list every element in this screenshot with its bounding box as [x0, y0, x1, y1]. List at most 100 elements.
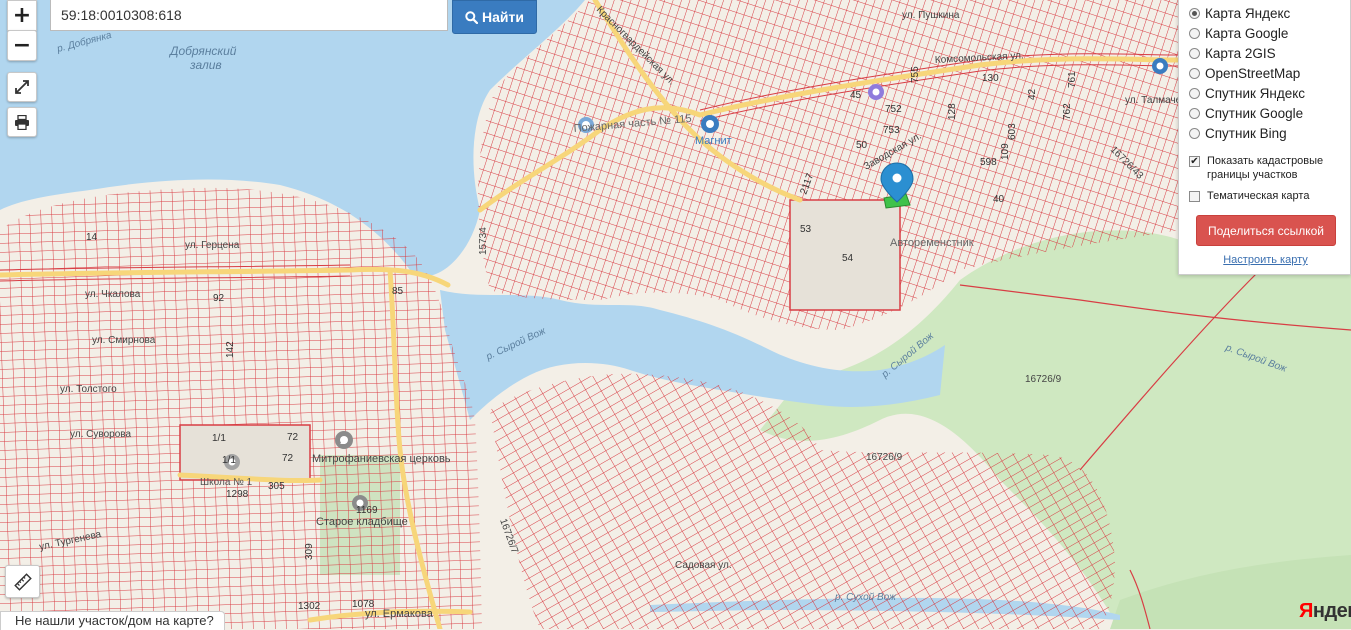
ruler-icon [13, 572, 32, 591]
parcel-number: 54 [842, 253, 854, 264]
layer-option-yandex-map[interactable]: Карта Яндекс [1189, 3, 1290, 23]
parcel-number: 130 [982, 73, 999, 84]
layer-option-label: Спутник Яндекс [1205, 85, 1306, 101]
parcel-number: 109 [1000, 143, 1011, 160]
layer-option-label: Карта 2GIS [1205, 45, 1276, 61]
parcel-number: 14 [86, 232, 98, 243]
label-bay: Добрянский [168, 44, 237, 58]
label-church: Митрофаниевская церковь [312, 453, 451, 465]
layer-option-label: Карта Яндекс [1205, 5, 1291, 21]
street-gertsena: ул. Герцена [185, 240, 240, 251]
parcel-number: 1078 [352, 599, 375, 610]
layer-option-yandex-satellite[interactable]: Спутник Яндекс [1189, 83, 1305, 103]
parcel-number: 598 [980, 157, 997, 168]
logo-rest: ндекс [1312, 600, 1351, 622]
radio[interactable] [1189, 27, 1200, 39]
parcel-number: 72 [282, 453, 294, 464]
label-river-sukhoy: р. Сухой Вож [834, 592, 897, 603]
parcel-label-b: 16726/9 [866, 452, 903, 463]
street-sadovaya: Садовая ул. [675, 560, 732, 571]
street-chkalova: ул. Чкалова [85, 289, 141, 300]
parcel-number: 1/1 [222, 455, 236, 466]
parcel-label-a: 16726/9 [1025, 374, 1062, 385]
printer-icon [15, 114, 29, 130]
find-button-label: Найти [482, 9, 524, 25]
thematic-map-label: Тематическая карта [1207, 190, 1310, 202]
find-button[interactable]: Найти [452, 0, 537, 34]
street-smirnova: ул. Смирнова [92, 335, 156, 346]
poi-bus-icon[interactable] [1152, 58, 1168, 74]
radio[interactable] [1189, 67, 1200, 79]
parcel-number: 53 [800, 224, 812, 235]
parcel-number: 753 [883, 125, 900, 136]
poi-shop-icon[interactable] [868, 84, 884, 100]
parcel-number: 755 [910, 66, 921, 83]
location-marker[interactable] [880, 162, 914, 209]
print-button[interactable] [7, 107, 37, 137]
street-pushkina: ул. Пушкина [902, 10, 960, 21]
show-cadastral-toggle[interactable]: ✔ Показать кадастровые границы участков [1189, 154, 1339, 182]
street-suvorova: ул. Суворова [70, 429, 131, 440]
parcel-number: 85 [392, 286, 404, 297]
yandex-logo[interactable]: Яндекс [1299, 600, 1351, 623]
parcel-number: 40 [993, 194, 1005, 205]
search-box [50, 0, 450, 33]
label-cemetery: Старое кладбище [316, 516, 408, 528]
parcel-number: 603 [1007, 123, 1018, 140]
layer-option-label: Карта Google [1205, 25, 1289, 41]
zoom-in-button[interactable]: + [7, 0, 37, 31]
show-cadastral-label: Показать кадастровые границы участков [1207, 155, 1324, 181]
logo-letter: Я [1299, 600, 1313, 622]
fullscreen-button[interactable] [7, 72, 37, 102]
parcel-number: 761 [1067, 71, 1078, 88]
layer-option-label: Спутник Bing [1205, 125, 1287, 141]
layer-option-2gis-map[interactable]: Карта 2GIS [1189, 43, 1276, 63]
parcel-number: 1302 [298, 601, 321, 612]
radio[interactable] [1189, 87, 1200, 99]
parcel-number: 762 [1062, 103, 1073, 120]
parcel-number: 2 [340, 436, 346, 447]
radio[interactable] [1189, 47, 1200, 59]
parcel-number: 92 [213, 293, 225, 304]
layer-option-google-map[interactable]: Карта Google [1189, 23, 1288, 43]
poi-magnit-icon[interactable] [701, 115, 719, 133]
share-link-button[interactable]: Поделиться ссылкой [1196, 215, 1336, 246]
layer-option-bing-satellite[interactable]: Спутник Bing [1189, 123, 1287, 143]
parcel-number: 142 [225, 341, 236, 358]
radio[interactable] [1189, 127, 1200, 139]
label-magnit: Магнит [695, 135, 732, 147]
label-school: Школа № 1 [200, 477, 253, 488]
parcel-number: 305 [268, 481, 285, 492]
radio-selected[interactable] [1189, 7, 1200, 19]
not-found-link[interactable]: Не нашли участок/дом на карте? [0, 611, 225, 630]
cadastral-number-input[interactable] [50, 0, 448, 31]
zoom-out-button[interactable]: − [7, 30, 37, 61]
thematic-map-toggle[interactable]: Тематическая карта [1189, 189, 1309, 203]
layer-option-label: OpenStreetMap [1205, 65, 1301, 81]
cadastral-map[interactable]: Добрянский залив р. Добрянка р. Сырой Во… [0, 0, 1351, 629]
expand-icon [15, 80, 29, 94]
map-layers-panel: Карта Яндекс Карта Google Карта 2GIS Ope… [1178, 0, 1351, 275]
parcel-label-e: 15734 [478, 227, 489, 255]
parcel-number: 309 [304, 543, 315, 560]
layer-option-openstreetmap[interactable]: OpenStreetMap [1189, 63, 1300, 83]
layer-option-label: Спутник Google [1205, 105, 1304, 121]
parcel-number: 1/1 [212, 433, 226, 444]
thematic-map-checkbox[interactable] [1189, 191, 1200, 202]
parcel-number: 752 [885, 104, 902, 115]
ruler-button[interactable] [5, 565, 40, 598]
configure-map-link[interactable]: Настроить карту [1179, 254, 1351, 266]
layer-option-google-satellite[interactable]: Спутник Google [1189, 103, 1303, 123]
parcel-number: 1298 [226, 489, 249, 500]
parcel-number: 72 [287, 432, 299, 443]
parcel-number: 50 [856, 140, 868, 151]
show-cadastral-checkbox[interactable]: ✔ [1189, 156, 1200, 167]
search-icon [465, 10, 479, 24]
street-ermakova: ул. Ермакова [365, 608, 434, 620]
street-tolstogo: ул. Толстого [60, 384, 117, 395]
parcel-number: 42 [1027, 88, 1038, 100]
parcel-number: 128 [947, 103, 958, 120]
label-autorepair: Автоременстник [890, 237, 974, 249]
radio[interactable] [1189, 107, 1200, 119]
parcel-number: 1169 [356, 505, 378, 516]
